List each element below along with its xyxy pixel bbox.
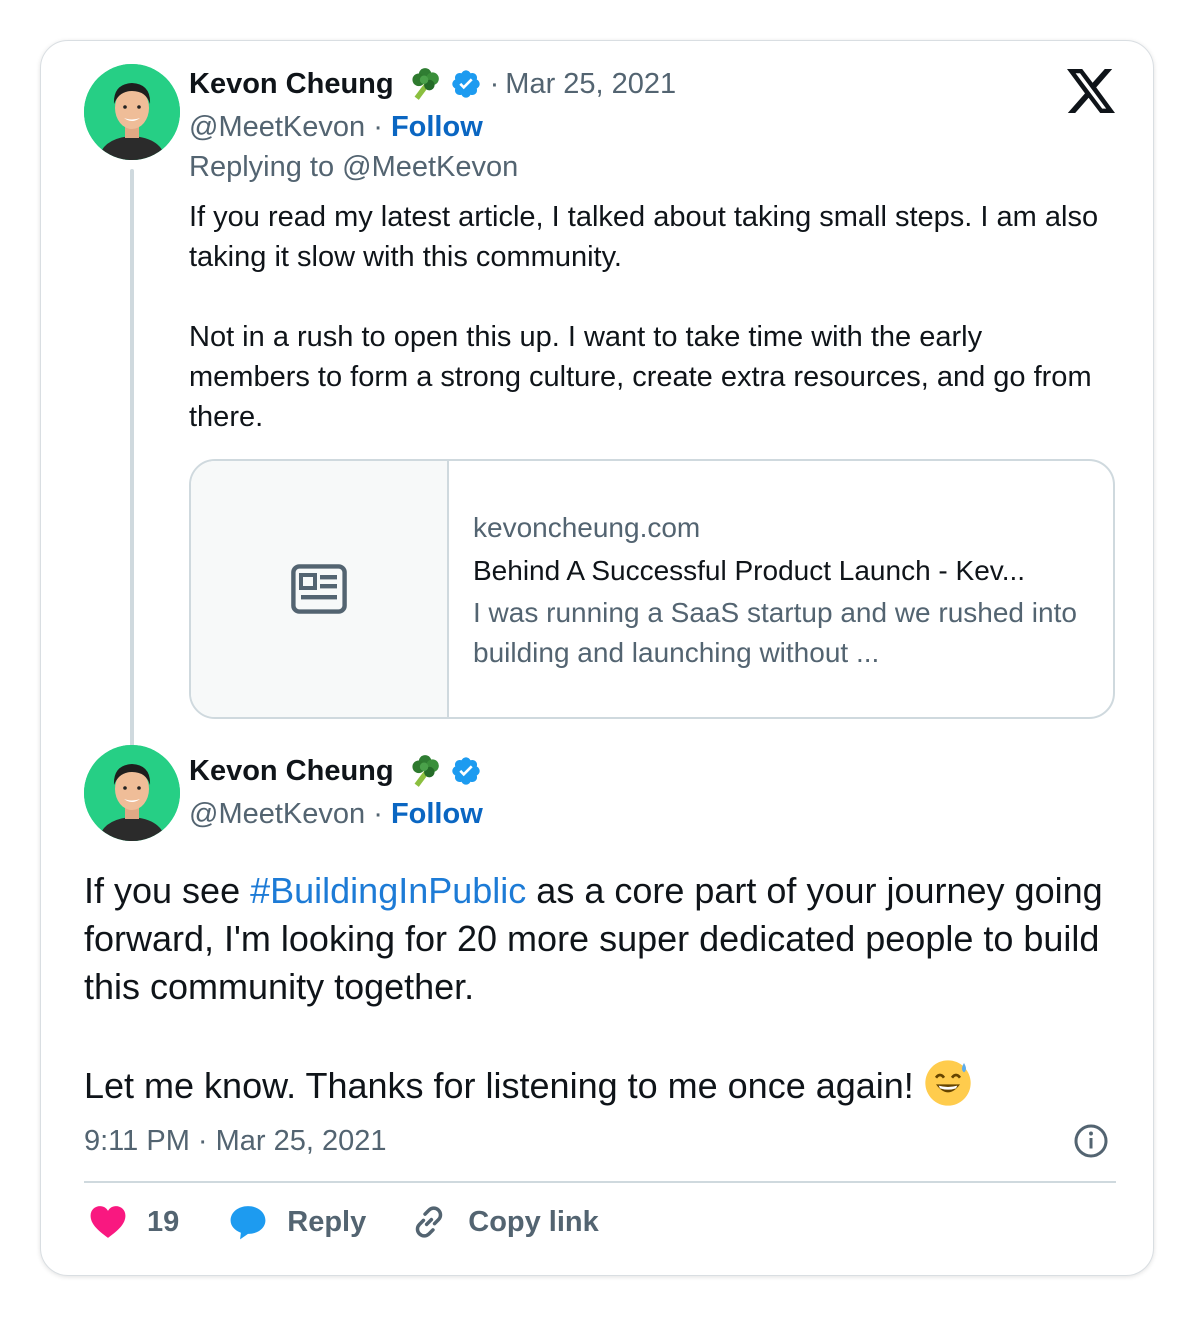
tweet2-body: If you see #BuildingInPublic as a core p… [84,867,1114,1110]
link-description: I was running a SaaS startup and we rush… [473,597,1077,668]
broccoli-emoji-icon [412,755,439,787]
tweet-timestamp[interactable]: 9:11 PM · Mar 25, 2021 [84,1125,387,1158]
like-count: 19 [147,1205,180,1238]
broccoli-emoji-icon [412,68,439,100]
tweet-date[interactable]: Mar 25, 2021 [505,68,676,101]
author-name[interactable]: Kevon Cheung [189,68,394,101]
hashtag-link[interactable]: #BuildingInPublic [250,870,526,911]
link-info: kevoncheung.com Behind A Successful Prod… [449,461,1113,717]
tweet2-paragraph: Let me know. Thanks for listening to me … [84,1059,1114,1110]
heart-icon [90,1206,126,1238]
author-name[interactable]: Kevon Cheung [189,755,394,788]
handle-separator: · [373,111,383,143]
action-bar: 19 Reply Copy link [89,1203,599,1241]
info-icon[interactable] [1073,1123,1109,1159]
article-icon [291,564,347,614]
replying-to-label[interactable]: Replying to @MeetKevon [189,151,518,184]
x-logo-icon[interactable] [1067,69,1115,113]
tweet2-handle-row: @MeetKevon · Follow [189,798,483,831]
tweet1-paragraph: Not in a rush to open this up. I want to… [189,321,1092,433]
grinning-sweat-emoji-icon [925,1060,971,1106]
verified-badge-icon [451,70,480,98]
tweet2-header: Kevon Cheung [189,752,482,790]
divider [84,1181,1116,1183]
avatar[interactable] [84,64,180,160]
copy-link-button[interactable]: Copy link [410,1203,599,1241]
tweet1-handle-row: @MeetKevon · Follow [189,111,483,144]
avatar-portrait [84,64,180,160]
avatar[interactable] [84,745,180,841]
avatar-portrait [84,745,180,841]
follow-button[interactable]: Follow [391,798,483,830]
tweet-embed-card: Kevon Cheung · Mar 25, 2021 @MeetKevon ·… [40,40,1154,1276]
link-preview-card[interactable]: kevoncheung.com Behind A Successful Prod… [189,459,1115,719]
tweet2-text: Let me know. Thanks for listening to me … [84,1065,924,1106]
link-icon [415,1206,443,1238]
tweet2-text: If you see [84,870,251,911]
speech-bubble-icon [230,1206,266,1240]
link-thumbnail [191,461,449,717]
tweet1-paragraph: If you read my latest article, I talked … [189,201,1099,273]
tweet2-paragraph: If you see #BuildingInPublic as a core p… [84,867,1114,1011]
like-button[interactable]: 19 [89,1204,179,1240]
copy-link-label: Copy link [468,1205,599,1238]
tweet1-header: Kevon Cheung · Mar 25, 2021 [189,65,676,103]
tweet1-body: If you read my latest article, I talked … [189,197,1109,437]
verified-badge-icon [451,757,480,785]
follow-button[interactable]: Follow [391,111,483,143]
handle-separator: · [373,798,383,830]
link-title: Behind A Successful Product Launch - Kev… [473,555,1026,586]
reply-button[interactable]: Reply [229,1203,366,1241]
author-handle[interactable]: @MeetKevon [189,798,365,830]
author-handle[interactable]: @MeetKevon [189,111,365,143]
thread-connector-line [130,169,134,749]
link-domain: kevoncheung.com [473,512,701,543]
reply-label: Reply [287,1205,367,1238]
date-separator: · [489,67,500,100]
